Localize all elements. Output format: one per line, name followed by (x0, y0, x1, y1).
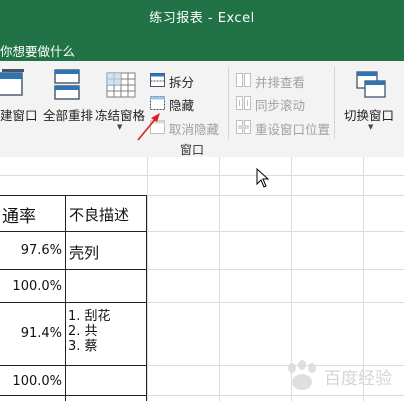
tell-me-bar: 你想要做什么 (0, 30, 404, 61)
watermark-text: 百度经验 (324, 369, 392, 389)
defect-cell[interactable]: 壳列 (69, 242, 99, 263)
rate-cell[interactable]: 91.4% (2, 326, 62, 341)
defect-line: 1. 刮花 (68, 309, 111, 324)
sync-scroll-icon (236, 96, 251, 110)
reset-position-icon (236, 120, 251, 134)
switch-windows-button[interactable]: 切换窗口 ▼ (340, 61, 404, 133)
side-by-side-icon (236, 73, 251, 87)
table-border (0, 302, 147, 303)
title-bar: 练习报表 - Excel (0, 0, 404, 30)
freeze-panes-icon (106, 72, 136, 98)
ribbon-separator (228, 67, 229, 139)
freeze-panes-label: 冻结窗格 (95, 108, 146, 123)
header-cell-defect[interactable]: 不良描述 (69, 204, 129, 225)
switch-windows-label: 切换窗口 (344, 108, 395, 123)
switch-windows-icon (356, 71, 386, 98)
unhide-label: 取消隐藏 (169, 122, 220, 137)
table-border (0, 395, 147, 396)
split-label: 拆分 (169, 75, 195, 90)
rate-cell[interactable]: 97.6% (2, 243, 62, 258)
rate-cell[interactable]: 100.0% (2, 374, 62, 389)
freeze-panes-button[interactable]: 冻结窗格 ▼ (95, 61, 147, 133)
freeze-panes-dropdown-icon: ▼ (117, 123, 123, 131)
ribbon-separator (334, 67, 335, 139)
table-border (65, 195, 66, 401)
baidu-jingyan-watermark: 百度经验 (282, 358, 404, 398)
defect-line: 3. 蔡 (68, 339, 98, 354)
table-border (146, 195, 147, 401)
ribbon-window-group: 建窗口 全部重排 冻结窗格 ▼ 拆分 隐藏 取消隐藏 并排查看 同步滚动 重设窗… (0, 61, 404, 158)
reset-window-position-label: 重设窗口位置 (255, 122, 331, 137)
table-border (0, 269, 147, 270)
window-group-label: 窗口 (180, 143, 205, 157)
defect-line: 2. 共 (68, 324, 98, 339)
arrange-all-label: 全部重排 (43, 108, 94, 123)
table-border (0, 365, 147, 366)
switch-windows-dropdown-icon: ▼ (368, 123, 374, 131)
gridline (0, 175, 404, 176)
mouse-cursor-icon (256, 168, 270, 188)
new-window-icon (0, 69, 24, 96)
table-border (0, 195, 147, 196)
rate-cell[interactable]: 100.0% (2, 279, 62, 294)
synchronous-scrolling-label: 同步滚动 (255, 98, 306, 113)
tell-me-input[interactable]: 你想要做什么 (0, 41, 75, 60)
new-window-label: 建窗口 (0, 108, 38, 123)
arrange-all-button[interactable]: 全部重排 (40, 61, 94, 133)
hide-label: 隐藏 (169, 98, 195, 113)
arrange-all-icon (54, 69, 80, 100)
view-side-by-side-label: 并排查看 (255, 75, 306, 90)
split-icon (150, 73, 165, 87)
header-cell-rate[interactable]: 通率 (2, 202, 36, 227)
hide-icon (150, 96, 165, 110)
new-window-button[interactable]: 建窗口 (0, 61, 38, 133)
window-title: 练习报表 - Excel (149, 11, 255, 26)
table-border (0, 231, 147, 232)
defect-cell[interactable]: 1. 刮花 2. 共 3. 蔡 (68, 309, 111, 354)
unhide-icon (150, 120, 165, 134)
